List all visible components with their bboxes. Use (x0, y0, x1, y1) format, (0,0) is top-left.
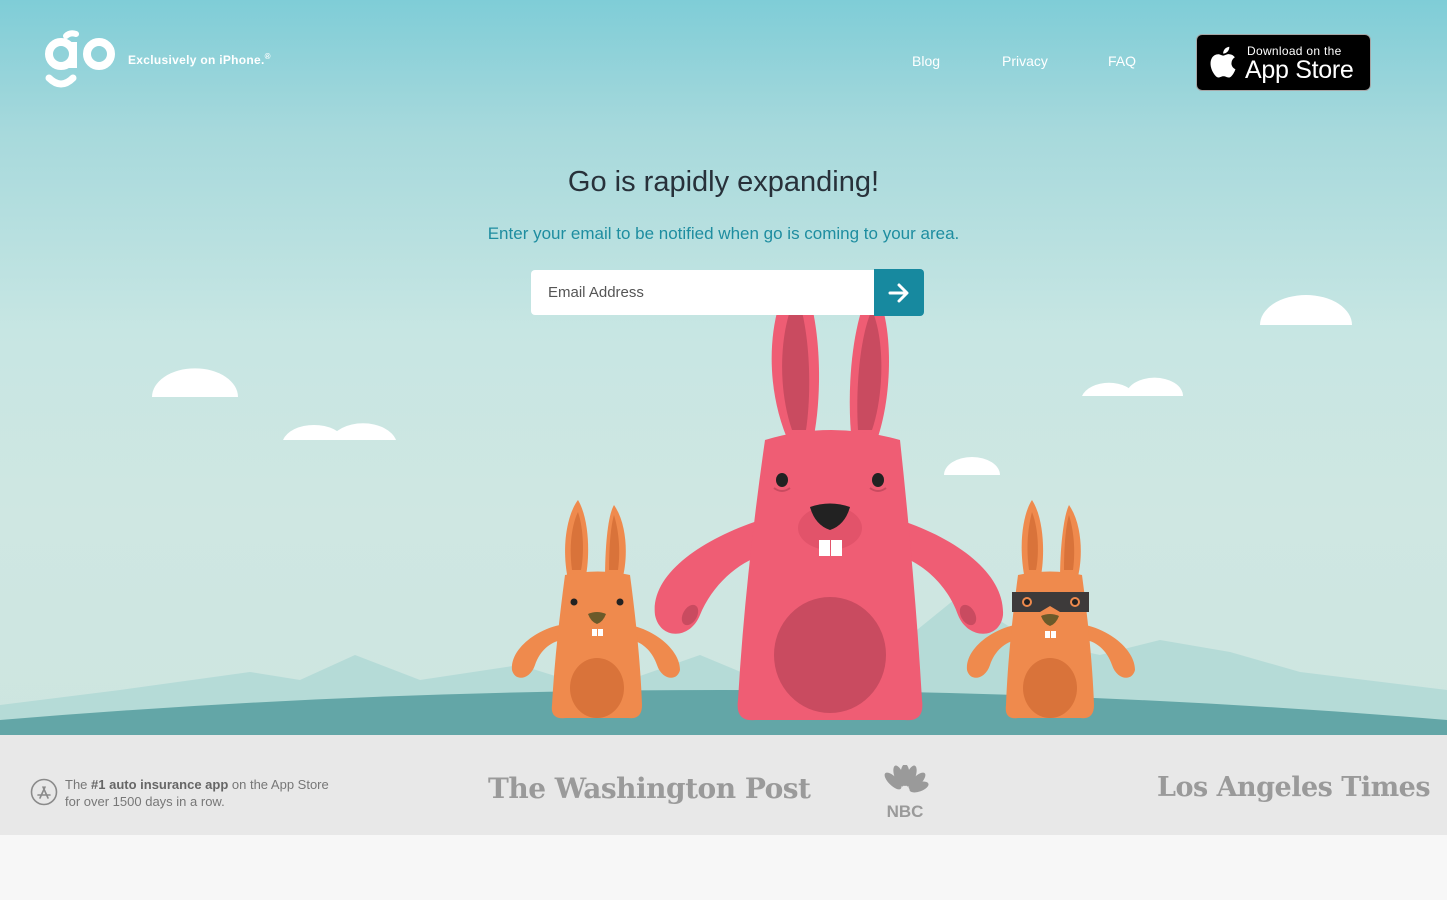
bunny-illustration (0, 270, 1447, 735)
nav-blog[interactable]: Blog (912, 53, 940, 69)
arrow-right-icon (888, 283, 909, 302)
app-store-badge-icon (30, 778, 58, 806)
app-store-button[interactable]: Download on the App Store (1196, 34, 1371, 91)
clouds (152, 295, 1352, 475)
footer-area (0, 835, 1447, 900)
page-title: Go is rapidly expanding! (567, 166, 880, 198)
nbc-logo-text: NBC (887, 802, 924, 819)
tagline: Exclusively on iPhone.® (128, 52, 271, 67)
email-input[interactable] (531, 270, 875, 315)
hero-section: Exclusively on iPhone.® Blog Privacy FAQ… (0, 0, 1447, 735)
award-text: The #1 auto insurance app on the App Sto… (65, 777, 329, 809)
page-subtitle: Enter your email to be notified when go … (487, 224, 960, 243)
la-times-logo: Los Angeles Times (1157, 772, 1431, 803)
nav-privacy[interactable]: Privacy (1002, 53, 1048, 69)
nav-faq[interactable]: FAQ (1108, 53, 1136, 69)
nbc-peacock-icon: NBC (884, 765, 929, 819)
washington-post-logo: The Washington Post (488, 772, 811, 805)
submit-button[interactable] (874, 269, 924, 316)
apple-icon (1210, 46, 1236, 78)
appstore-big-text: App Store (1245, 56, 1354, 84)
go-logo[interactable] (44, 30, 118, 94)
